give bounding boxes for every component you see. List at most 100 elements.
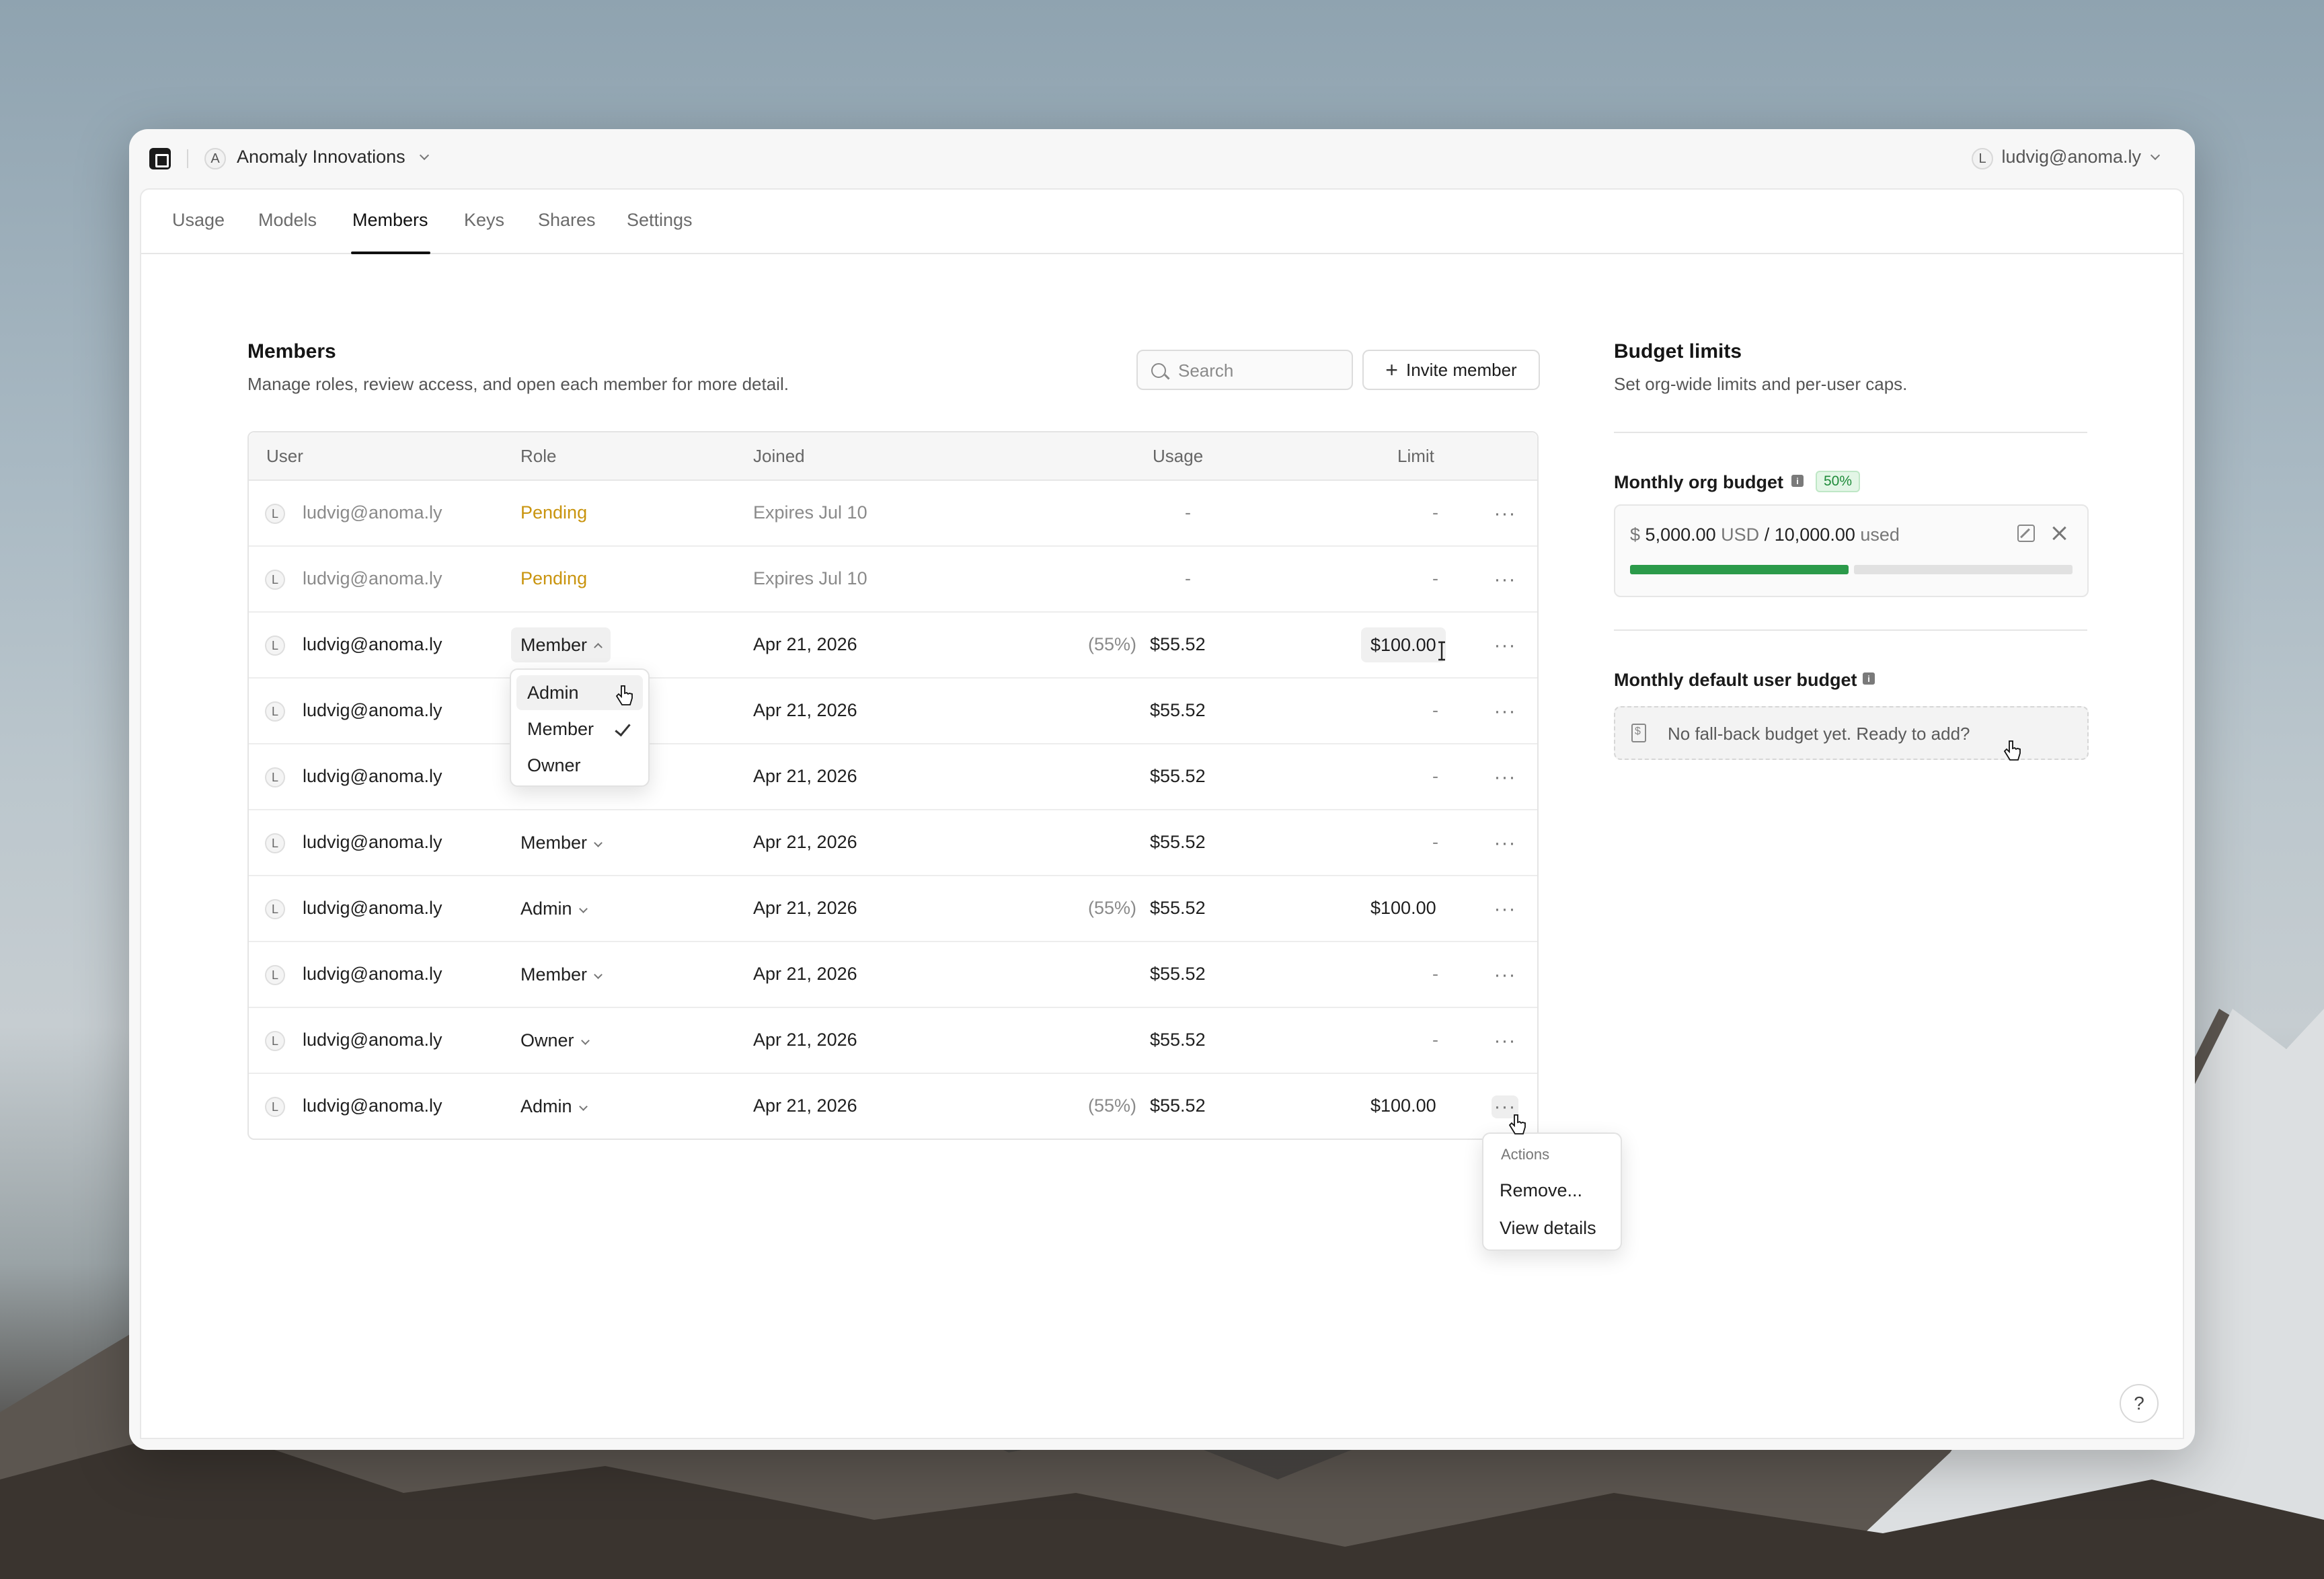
active-tab-indicator [351,252,430,254]
role-select[interactable]: Member [511,957,611,992]
info-icon[interactable]: i [1863,672,1875,685]
role-value: Member [520,832,588,853]
user-avatar: L [265,636,285,656]
app-logo-icon[interactable] [149,148,171,169]
role-option-member[interactable]: Member [516,711,643,746]
members-title: Members [247,340,336,362]
role-select[interactable]: Member [511,825,611,860]
role-option-owner[interactable]: Owner [516,748,643,783]
more-options-icon[interactable]: ··· [1492,634,1518,657]
remove-member-item[interactable]: Remove... [1489,1173,1615,1208]
joined-date: Apr 21, 2026 [753,700,857,720]
chevron-down-icon[interactable] [2150,150,2161,161]
table-header: User Role Joined Usage Limit [249,432,1537,481]
limit-value[interactable]: - [1432,700,1438,721]
table-row[interactable]: Lludvig@anoma.ly Owner Apr 21, 2026 $55.52 -… [249,1008,1537,1074]
more-options-icon[interactable]: ··· [1492,502,1518,525]
member-email[interactable]: ludvig@anoma.ly [303,1095,442,1116]
search-input-wrapper[interactable] [1136,350,1353,390]
close-icon[interactable] [2050,523,2070,543]
more-options-icon[interactable]: ··· [1492,832,1518,855]
member-email[interactable]: ludvig@anoma.ly [303,502,442,523]
joined-date: Apr 21, 2026 [753,1095,857,1116]
more-options-icon[interactable]: ··· [1492,898,1518,921]
role-select[interactable]: Member [511,627,611,662]
tab-models[interactable]: Models [258,210,317,231]
org-switcher[interactable]: Anomaly Innovations [237,147,405,167]
limit-value[interactable]: $100.00 [1370,898,1436,919]
more-options-icon[interactable]: ··· [1492,964,1518,987]
limit-value[interactable]: - [1432,832,1438,853]
role-select[interactable]: Admin [511,891,596,926]
member-email[interactable]: ludvig@anoma.ly [303,1030,442,1050]
search-icon [1151,363,1166,378]
role-value: Admin [520,1095,572,1116]
role-status: Pending [520,502,588,523]
chevron-down-icon[interactable] [419,150,430,161]
usage-value: $55.52 [1150,832,1206,852]
member-email[interactable]: ludvig@anoma.ly [303,898,442,919]
table-row[interactable]: Lludvig@anoma.ly Member Apr 21, 2026 $55.52… [249,810,1537,876]
member-email[interactable]: ludvig@anoma.ly [303,568,442,589]
tab-bar: Usage Models Members Keys Shares Setting… [141,190,2183,254]
org-budget-card: $ 5,000.00 USD / 10,000.00 used [1614,504,2089,597]
member-email[interactable]: ludvig@anoma.ly [303,964,442,985]
edit-icon[interactable] [2017,525,2035,542]
limit-value[interactable]: $100.00 [1370,1095,1436,1116]
limit-input[interactable]: $100.00 [1361,627,1446,662]
member-email[interactable]: ludvig@anoma.ly [303,700,442,721]
search-input[interactable] [1178,359,1340,382]
tab-shares[interactable]: Shares [538,210,596,231]
empty-budget-text: No fall-back budget yet. Ready to add? [1668,724,1970,744]
chevron-down-icon [578,904,588,913]
tab-keys[interactable]: Keys [464,210,504,231]
table-row[interactable]: Lludvig@anoma.ly Pending Expires Jul 10 - - ·… [249,547,1537,613]
member-email[interactable]: ludvig@anoma.ly [303,766,442,787]
org-budget-label: Monthly org budget [1614,472,1783,492]
tab-usage[interactable]: Usage [172,210,225,231]
usage-value: $55.52 [1150,766,1206,786]
user-menu[interactable]: ludvig@anoma.ly [2001,147,2141,167]
members-subtitle: Manage roles, review access, and open ea… [247,374,789,394]
usage-value: $55.52 [1150,1030,1206,1050]
member-email[interactable]: ludvig@anoma.ly [303,634,442,655]
help-button[interactable]: ? [2120,1384,2159,1423]
role-value: Owner [520,1030,574,1050]
column-usage: Usage [1153,446,1204,466]
info-icon[interactable]: i [1791,475,1804,487]
plus-icon: + [1385,358,1398,382]
invite-member-button[interactable]: + Invite member [1362,350,1540,390]
table-row[interactable]: Lludvig@anoma.ly Member Apr 21, 2026 $55.52… [249,942,1537,1008]
limit-value[interactable]: - [1432,502,1438,523]
budget-subtitle: Set org-wide limits and per-user caps. [1614,374,1908,394]
usage-value: $55.52 [1150,700,1206,720]
joined-date: Apr 21, 2026 [753,898,857,918]
table-row[interactable]: Lludvig@anoma.ly Apr 21, 2026 $55.52 - ··· [249,744,1537,810]
tab-members[interactable]: Members [352,210,428,231]
members-table: User Role Joined Usage Limit Lludvig@ano… [247,431,1539,1140]
joined-date: Expires Jul 10 [753,502,867,523]
more-options-icon[interactable]: ··· [1492,1030,1518,1052]
limit-value[interactable]: - [1432,964,1438,985]
user-avatar: L [265,1097,285,1117]
member-email[interactable]: ludvig@anoma.ly [303,832,442,853]
column-limit: Limit [1397,446,1434,466]
tab-settings[interactable]: Settings [627,210,693,231]
table-row[interactable]: Lludvig@anoma.ly Admin Apr 21, 2026 (55%) $5… [249,876,1537,942]
view-details-item[interactable]: View details [1489,1210,1615,1245]
limit-value[interactable]: - [1432,568,1438,589]
role-value: Member [520,964,588,985]
table-row[interactable]: Lludvig@anoma.ly Admin Apr 21, 2026 (55%) $5… [249,1074,1537,1140]
joined-date: Apr 21, 2026 [753,832,857,852]
limit-value[interactable]: - [1432,766,1438,787]
limit-value[interactable]: - [1432,1030,1438,1050]
table-row[interactable]: Lludvig@anoma.ly Pending Expires Jul 10 - - ·… [249,481,1537,547]
table-row[interactable]: Lludvig@anoma.ly Member Apr 21, 2026 (55%) $… [249,613,1537,679]
budget-percent-badge: 50% [1816,471,1861,492]
more-options-icon[interactable]: ··· [1492,568,1518,591]
table-row[interactable]: Lludvig@anoma.ly Apr 21, 2026 $55.52 - ··· [249,679,1537,744]
role-select[interactable]: Admin [511,1089,596,1124]
more-options-icon[interactable]: ··· [1492,766,1518,789]
more-options-icon[interactable]: ··· [1492,700,1518,723]
role-select[interactable]: Owner [511,1023,598,1058]
